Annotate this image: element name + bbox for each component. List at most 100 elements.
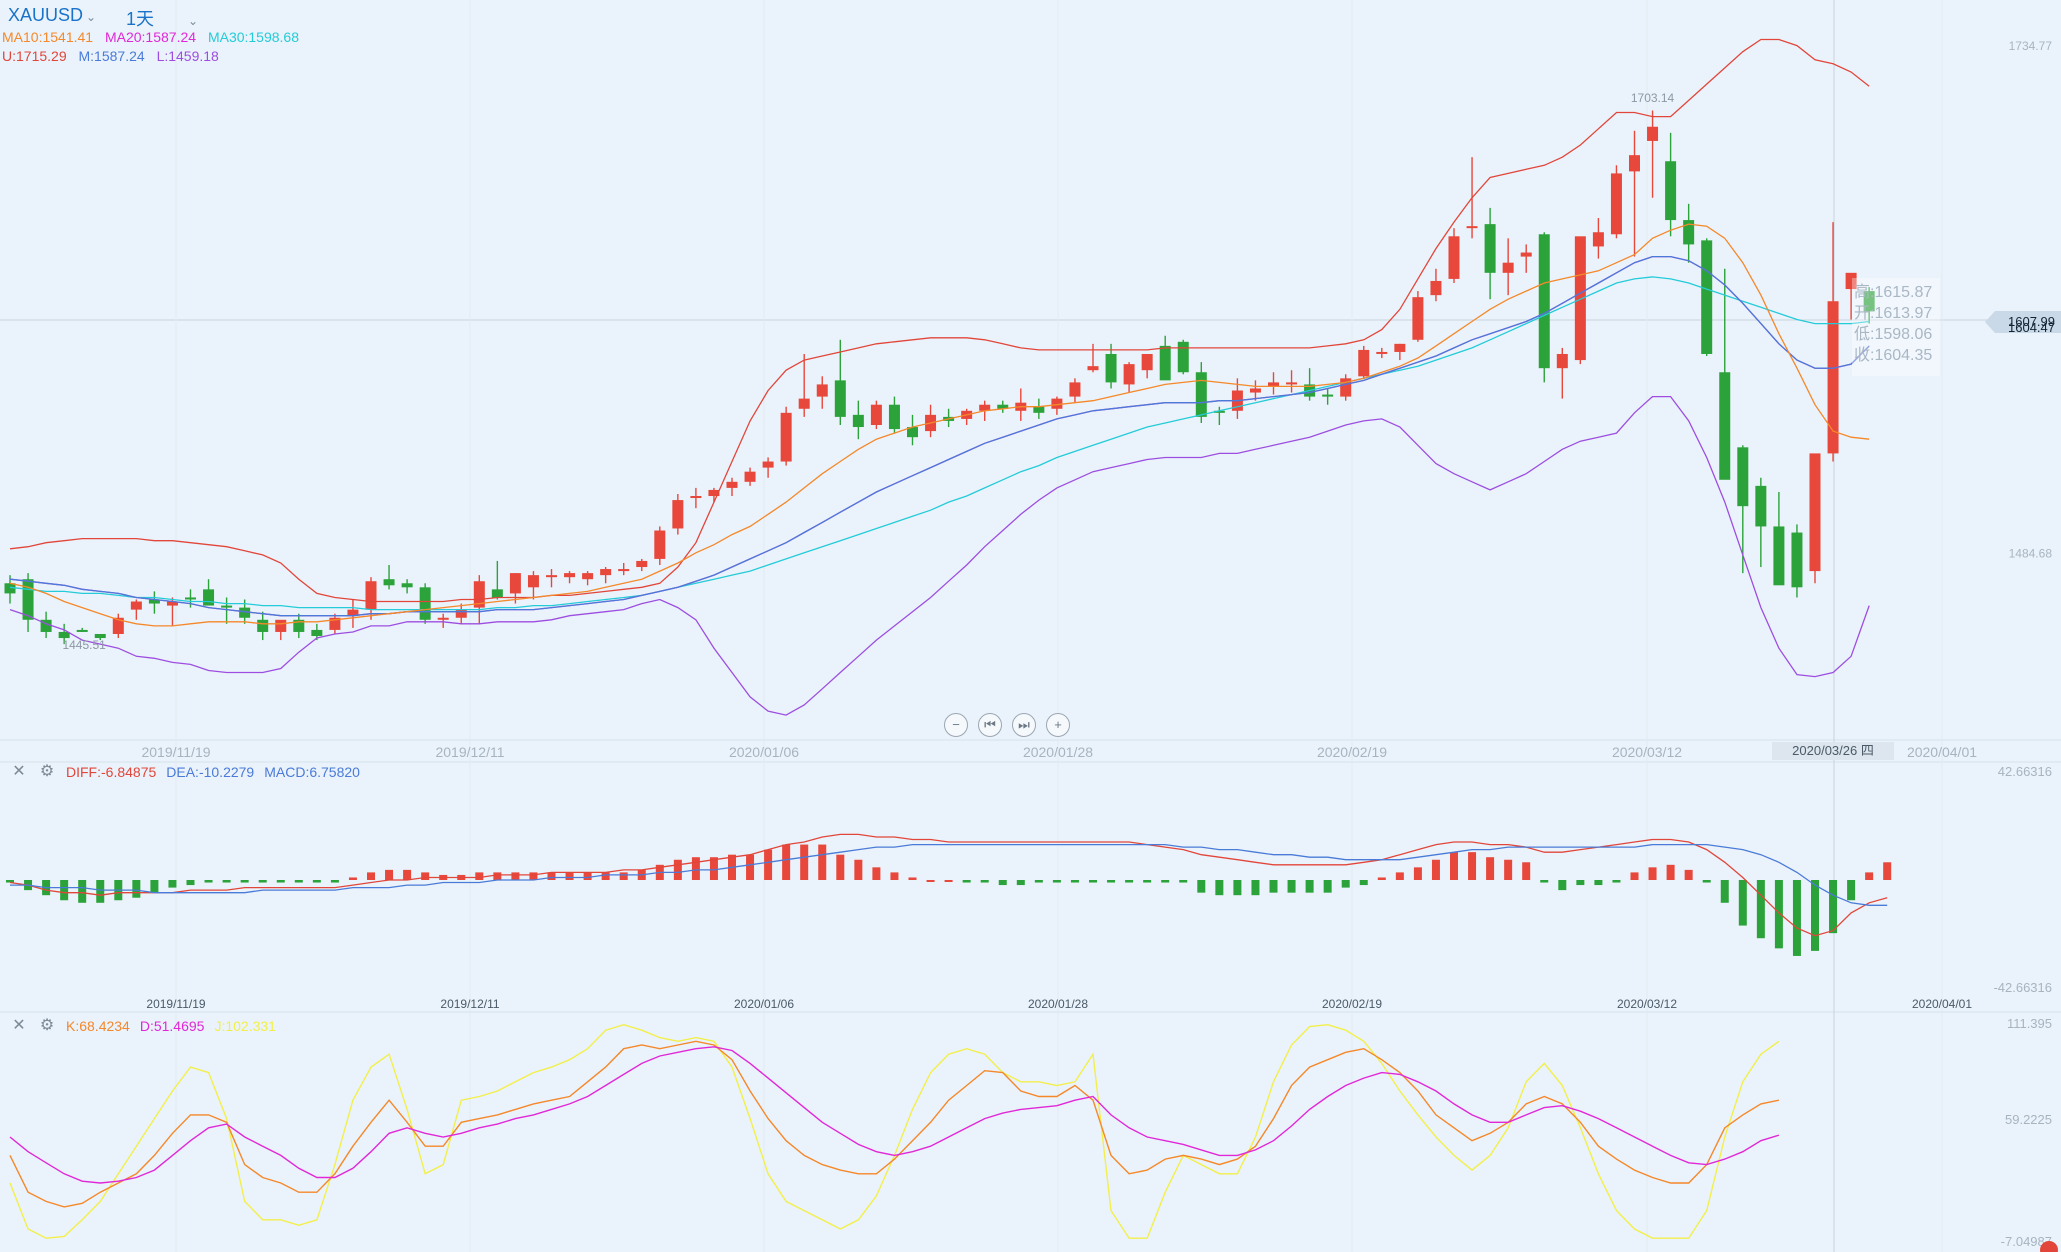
macd-bar	[78, 880, 87, 903]
macd-bar	[980, 880, 989, 883]
candle-up	[1286, 382, 1298, 385]
symbol-label: XAUUSD	[8, 5, 84, 25]
ma-legend: MA10:1541.41 MA20:1587.24 MA30:1598.68	[2, 29, 307, 45]
macd-bar	[854, 859, 863, 880]
kdj-j-label: J:102.331	[214, 1018, 276, 1034]
macd-bar	[1504, 859, 1513, 880]
candle-down	[383, 579, 395, 586]
macd-bar	[818, 844, 827, 880]
chart-background	[0, 0, 2061, 1252]
macd-y-tick-label: 42.66316	[1998, 764, 2052, 779]
macd-x-tick-label: 2020/04/01	[1912, 997, 1972, 1011]
candle-up	[762, 461, 774, 468]
close-icon[interactable]: ✕	[10, 763, 28, 781]
macd-dea-label: DEA:-10.2279	[166, 764, 255, 780]
macd-bar	[6, 880, 14, 883]
candle-up	[1141, 353, 1153, 371]
candle-up	[1502, 262, 1514, 273]
macd-bar	[1305, 880, 1314, 893]
macd-x-tick-label: 2020/03/12	[1617, 997, 1677, 1011]
macd-bar	[60, 880, 69, 901]
macd-bar	[583, 872, 592, 880]
macd-bar	[511, 872, 520, 880]
step-forward-icon[interactable]: ⏭	[1012, 713, 1036, 737]
candle-down	[1177, 341, 1189, 373]
candle-down	[419, 587, 431, 620]
candle-up	[564, 573, 576, 578]
macd-bar	[186, 880, 195, 886]
candle-down	[1719, 372, 1731, 480]
candle-up	[690, 496, 702, 499]
step-back-icon[interactable]: ⏮	[978, 713, 1002, 737]
macd-bar	[926, 880, 935, 882]
macd-bar	[1486, 857, 1495, 880]
macd-bar	[872, 867, 881, 880]
macd-bar	[1052, 880, 1061, 883]
zoom-in-icon[interactable]: +	[1046, 713, 1070, 737]
macd-bar	[1522, 862, 1531, 880]
candle-up	[744, 471, 756, 482]
macd-value-label: MACD:6.75820	[264, 764, 360, 780]
macd-bar	[1865, 872, 1874, 880]
macd-bar	[150, 880, 159, 893]
macd-bar	[1341, 880, 1350, 888]
candle-down	[852, 414, 864, 428]
tooltip-open: 开:1613.97	[1854, 305, 1933, 322]
macd-bar	[1792, 880, 1801, 956]
ma20-label: MA20:1587.24	[104, 29, 197, 45]
symbol-selector[interactable]: XAUUSD ⌄	[8, 5, 96, 26]
macd-bar	[132, 880, 141, 898]
macd-bar	[403, 869, 412, 880]
macd-bar	[1450, 852, 1458, 880]
close-icon[interactable]: ✕	[10, 1017, 28, 1035]
gear-icon[interactable]: ⚙	[38, 763, 56, 781]
period-label: 1天	[126, 9, 155, 29]
macd-bar	[258, 880, 267, 883]
candle-down	[834, 380, 846, 417]
macd-bar	[1107, 880, 1116, 883]
tooltip-close: 收:1604.35	[1854, 347, 1933, 364]
macd-bar	[1720, 880, 1729, 903]
macd-bar	[1269, 880, 1278, 893]
macd-bar	[1612, 880, 1621, 883]
macd-bar	[1359, 880, 1368, 886]
candle-down	[22, 579, 34, 620]
macd-bar	[962, 880, 971, 883]
macd-x-tick-label: 2020/01/06	[734, 997, 794, 1011]
macd-bar	[1413, 867, 1422, 880]
macd-bar	[1847, 880, 1856, 901]
macd-bar	[1323, 880, 1332, 893]
macd-bar	[782, 844, 791, 880]
boll-lower-label: L:1459.18	[156, 48, 219, 64]
macd-bar	[1756, 880, 1765, 939]
macd-bar	[294, 880, 303, 883]
candle-up	[509, 573, 521, 594]
candle-down	[1484, 224, 1496, 273]
candle-up	[636, 560, 648, 568]
macd-bar	[1558, 880, 1567, 891]
macd-bar	[204, 880, 213, 883]
zoom-out-icon[interactable]: −	[944, 713, 968, 737]
candle-down	[1791, 532, 1803, 588]
x-tick-label: 2020/03/12	[1612, 744, 1682, 760]
candle-up	[365, 581, 377, 610]
candle-up	[1069, 382, 1081, 397]
chevron-down-icon: ⌄	[188, 14, 199, 28]
macd-bar	[168, 880, 177, 888]
macd-bar	[1540, 880, 1549, 883]
macd-bar	[1684, 869, 1693, 880]
macd-bar	[1811, 880, 1819, 951]
macd-bar	[673, 859, 682, 880]
boll-upper-label: U:1715.29	[2, 48, 67, 64]
macd-x-tick-label: 2020/02/19	[1322, 997, 1382, 1011]
candle-down	[1322, 394, 1334, 397]
gear-icon[interactable]: ⚙	[38, 1017, 56, 1035]
macd-bar	[764, 849, 773, 880]
macd-bar	[1089, 880, 1097, 883]
macd-bar	[330, 880, 339, 883]
period-selector[interactable]: 1天 ⌄	[126, 5, 198, 31]
macd-bar	[1034, 880, 1043, 883]
price-tag-lower: 1604.47	[2008, 320, 2055, 335]
boll-legend: U:1715.29 M:1587.24 L:1459.18	[2, 48, 227, 64]
candle-down	[221, 605, 233, 608]
